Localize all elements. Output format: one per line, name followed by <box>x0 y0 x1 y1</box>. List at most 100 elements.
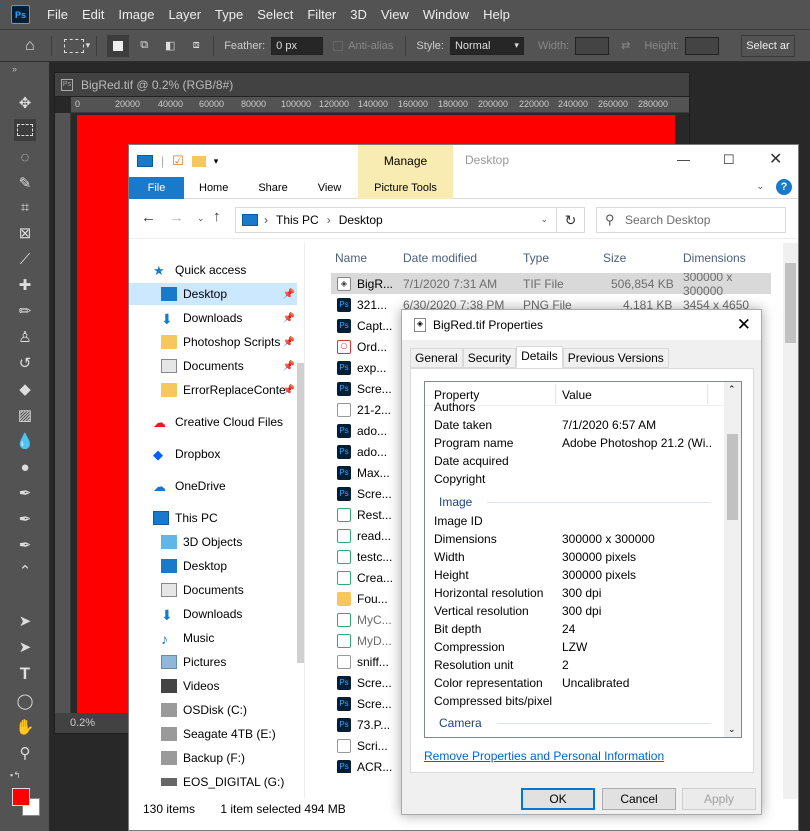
property-row[interactable]: Height 300000 pixels <box>425 566 725 584</box>
menu-window[interactable]: Window <box>416 7 476 22</box>
tab-details[interactable]: Details <box>516 346 563 368</box>
forward-arrow-icon[interactable]: → <box>169 209 184 226</box>
property-row[interactable]: Width 300000 pixels <box>425 548 725 566</box>
swap-icon[interactable]: ⇄ <box>621 39 630 52</box>
zoom-icon[interactable]: ⚲ <box>14 742 36 764</box>
address-dropdown-icon[interactable]: ⌄ <box>540 214 548 225</box>
nav-quick-access[interactable]: ★ Quick access <box>129 259 297 281</box>
file-row[interactable]: ◈ BigR... 7/1/2020 7:31 AM TIF File 506,854 … <box>331 273 771 298</box>
menu-select[interactable]: Select <box>250 7 300 22</box>
nav-eos-digital[interactable]: EOS_DIGITAL (G:) <box>129 771 297 793</box>
navigation-scrollbar[interactable] <box>297 363 304 663</box>
type-icon[interactable]: T <box>14 663 36 685</box>
property-row[interactable]: Vertical resolution 300 dpi <box>425 602 725 620</box>
nav-downloads-2[interactable]: ⬇ Downloads <box>129 603 297 625</box>
pin-icon[interactable]: 📌 <box>283 385 295 396</box>
address-bar[interactable]: › This PC › Desktop ⌄ ↻ <box>235 207 585 233</box>
nav-downloads[interactable]: ⬇ Downloads 📌 <box>129 307 297 329</box>
properties-icon[interactable]: ☑ <box>172 153 184 169</box>
ribbon-tab-home[interactable]: Home <box>184 182 243 194</box>
tab-security[interactable]: Security <box>462 348 517 368</box>
nav-videos[interactable]: Videos <box>129 675 297 697</box>
direct-select-icon[interactable]: ➤ <box>14 636 36 658</box>
property-row[interactable]: Compressed bits/pixel <box>425 692 725 710</box>
scroll-down-icon[interactable]: ⌄ <box>728 724 736 735</box>
nav-onedrive[interactable]: ☁ OneDrive <box>129 475 297 497</box>
ribbon-tab-share[interactable]: Share <box>243 182 302 194</box>
property-row[interactable]: Date acquired <box>425 452 725 470</box>
tab-general[interactable]: General <box>410 348 463 368</box>
column-date-modified[interactable]: Date modified <box>403 251 477 265</box>
menu-filter[interactable]: Filter <box>300 7 343 22</box>
healing-icon[interactable]: ✚ <box>14 274 36 296</box>
hand-icon[interactable]: ✋ <box>14 716 36 738</box>
eraser-icon[interactable]: ◆ <box>14 378 36 400</box>
width-input[interactable] <box>575 36 610 55</box>
property-row[interactable]: Image ID <box>425 512 725 530</box>
minimize-icon[interactable]: — <box>677 152 690 167</box>
manage-tab[interactable]: Manage <box>358 145 453 177</box>
nav-desktop-2[interactable]: Desktop <box>129 555 297 577</box>
menu-view[interactable]: View <box>374 7 416 22</box>
breadcrumb-this-pc[interactable]: This PC <box>276 213 319 227</box>
nav-backup[interactable]: Backup (F:) <box>129 747 297 769</box>
foreground-color-swatch[interactable] <box>12 788 30 806</box>
gradient-icon[interactable]: ▨ <box>14 404 36 426</box>
refresh-icon[interactable]: ↻ <box>556 208 584 232</box>
blur-icon[interactable]: 💧 <box>14 430 36 452</box>
column-type[interactable]: Type <box>523 251 549 265</box>
property-row[interactable]: Authors <box>425 398 725 416</box>
property-row[interactable]: Copyright <box>425 470 725 488</box>
nav-creative-cloud[interactable]: ☁ Creative Cloud Files <box>129 411 297 433</box>
default-colors-icon[interactable]: ▪↰ <box>10 770 21 781</box>
antialias-checkbox[interactable] <box>333 40 344 51</box>
lasso-icon[interactable]: ◌ <box>14 146 36 168</box>
new-folder-icon[interactable] <box>191 155 206 167</box>
marquee-icon[interactable] <box>14 119 36 141</box>
height-input[interactable] <box>685 36 720 55</box>
marquee-tool-icon[interactable] <box>63 38 84 53</box>
file-list-scrollbar[interactable] <box>783 243 798 799</box>
select-and-mask-button[interactable]: Select ar <box>741 34 795 57</box>
property-list-scrollbar[interactable]: ⌃ ⌄ <box>724 382 741 737</box>
stamp-icon[interactable]: ♙ <box>14 326 36 348</box>
ok-button[interactable]: OK <box>521 788 595 810</box>
property-row[interactable]: Program name Adobe Photoshop 21.2 (Wi... <box>425 434 725 452</box>
column-dimensions[interactable]: Dimensions <box>683 251 746 265</box>
property-row[interactable]: Compression LZW <box>425 638 725 656</box>
nav-this-pc[interactable]: This PC <box>129 507 297 529</box>
tab-previous-versions[interactable]: Previous Versions <box>562 348 669 368</box>
pin-icon[interactable]: 📌 <box>283 313 295 324</box>
nav-seagate[interactable]: Seagate 4TB (E:) <box>129 723 297 745</box>
property-row[interactable]: Color representation Uncalibrated <box>425 674 725 692</box>
chevron-down-icon[interactable]: ▾ <box>86 35 91 57</box>
menu-file[interactable]: File <box>40 7 75 22</box>
convert-point-icon[interactable]: ⌃ <box>14 560 36 582</box>
column-size[interactable]: Size <box>603 251 626 265</box>
pen-icon[interactable]: ✒ <box>14 482 36 504</box>
move-icon[interactable]: ✥ <box>14 92 36 114</box>
freeform-pen-icon[interactable]: ✒ <box>14 508 36 530</box>
ribbon-tab-view[interactable]: View <box>303 182 357 194</box>
close-icon[interactable]: ✕ <box>737 315 751 335</box>
ribbon-expand-icon[interactable]: ⌄ <box>756 181 764 192</box>
pin-icon[interactable]: 📌 <box>283 337 295 348</box>
nav-music[interactable]: ♪ Music <box>129 627 297 649</box>
ribbon-tab-picture-tools[interactable]: Picture Tools <box>358 177 453 199</box>
search-input[interactable]: ⚲ Search Desktop <box>596 207 786 233</box>
nav-3d-objects[interactable]: 3D Objects <box>129 531 297 553</box>
quick-select-icon[interactable]: ✎ <box>14 172 36 194</box>
scroll-up-icon[interactable]: ⌃ <box>728 384 736 395</box>
breadcrumb-desktop[interactable]: Desktop <box>339 213 383 227</box>
maximize-icon[interactable]: ☐ <box>723 152 735 168</box>
brush-icon[interactable]: ✏ <box>14 300 36 322</box>
zoom-level[interactable]: 0.2% <box>70 717 95 729</box>
menu-help[interactable]: Help <box>476 7 517 22</box>
frame-icon[interactable]: ⊠ <box>14 222 36 244</box>
path-select-icon[interactable]: ➤ <box>14 610 36 632</box>
property-row[interactable]: Dimensions 300000 x 300000 <box>425 530 725 548</box>
cancel-button[interactable]: Cancel <box>602 788 676 810</box>
remove-properties-link[interactable]: Remove Properties and Personal Informati… <box>424 749 664 763</box>
apply-button[interactable]: Apply <box>682 788 756 810</box>
nav-desktop[interactable]: Desktop 📌 <box>129 283 297 305</box>
